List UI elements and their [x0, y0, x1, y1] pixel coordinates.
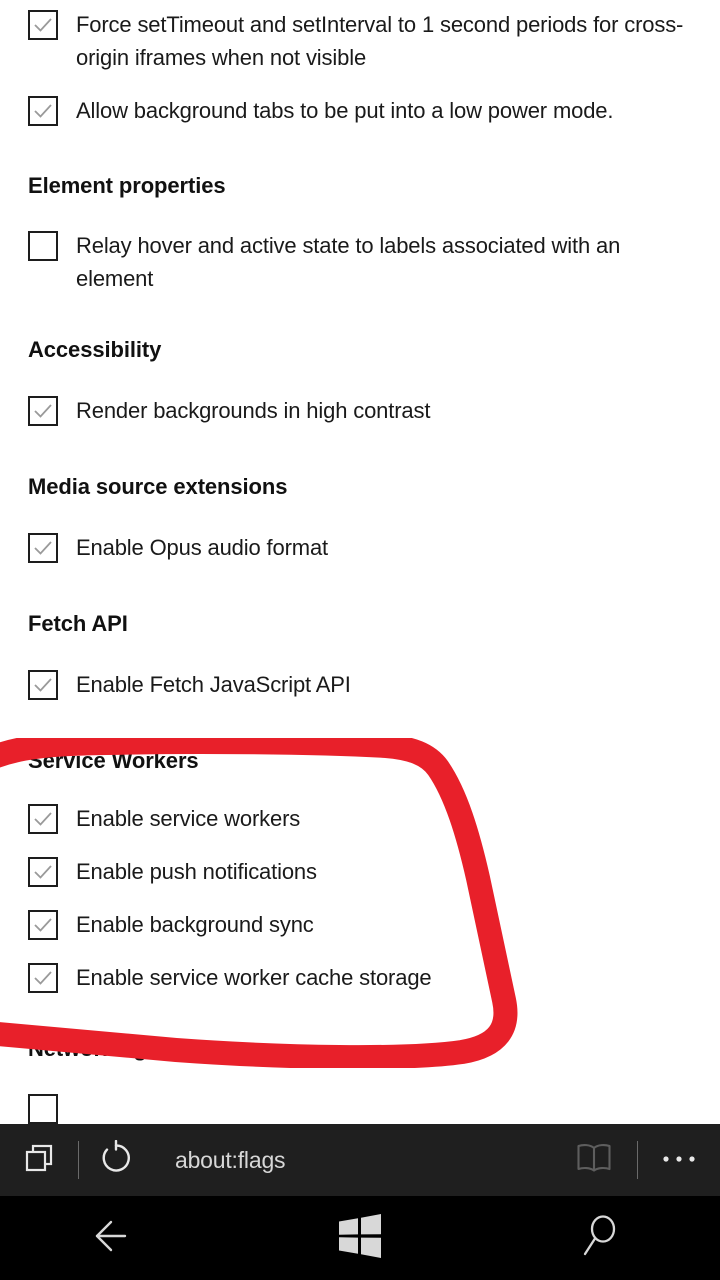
- nav-start-button[interactable]: [240, 1196, 480, 1280]
- book-icon: [575, 1142, 613, 1179]
- checkbox-networking-clipped[interactable]: [28, 1094, 58, 1124]
- flag-label-opus-audio: Enable Opus audio format: [76, 535, 328, 560]
- checkbox-high-contrast[interactable]: [28, 396, 58, 426]
- flag-row-push-notifications[interactable]: Enable push notifications: [28, 855, 696, 888]
- checkbox-push-notifications[interactable]: [28, 857, 58, 887]
- browser-toolbar: about:flags: [0, 1124, 720, 1196]
- checkbox-background-sync[interactable]: [28, 910, 58, 940]
- flag-label-force-settimeout: Force setTimeout and setInterval to 1 se…: [76, 12, 684, 70]
- search-icon: [580, 1214, 620, 1263]
- flag-label-enable-service-workers: Enable service workers: [76, 806, 301, 831]
- section-heading-fetch-api: Fetch API: [28, 611, 128, 636]
- flag-row-background-sync[interactable]: Enable background sync: [28, 908, 696, 941]
- checkbox-relay-hover[interactable]: [28, 231, 58, 261]
- section-heading-networking: Networking: [28, 1036, 147, 1061]
- flag-row-force-settimeout[interactable]: Force setTimeout and setInterval to 1 se…: [28, 8, 696, 74]
- flag-label-low-power-tabs: Allow background tabs to be put into a l…: [76, 98, 614, 123]
- section-heading-media-source-extensions: Media source extensions: [28, 474, 288, 499]
- flag-label-cache-storage: Enable service worker cache storage: [76, 965, 432, 990]
- reading-view-button[interactable]: [551, 1124, 637, 1196]
- windows-logo-icon: [337, 1213, 383, 1263]
- flag-row-high-contrast[interactable]: Render backgrounds in high contrast: [28, 394, 696, 427]
- flag-row-low-power-tabs[interactable]: Allow background tabs to be put into a l…: [28, 94, 696, 127]
- nav-back-button[interactable]: [0, 1196, 240, 1280]
- system-navigation-bar: [0, 1196, 720, 1280]
- flags-page-screen: Force setTimeout and setInterval to 1 se…: [0, 0, 720, 1280]
- section-heading-element-properties: Element properties: [28, 173, 226, 198]
- settings-scroll-area[interactable]: Force setTimeout and setInterval to 1 se…: [0, 0, 720, 1124]
- ellipsis-icon: [662, 1151, 696, 1169]
- checkbox-enable-service-workers[interactable]: [28, 804, 58, 834]
- more-options-button[interactable]: [638, 1124, 720, 1196]
- flag-label-fetch-api: Enable Fetch JavaScript API: [76, 672, 351, 697]
- settings-content: Force setTimeout and setInterval to 1 se…: [0, 0, 720, 1124]
- flag-label-push-notifications: Enable push notifications: [76, 859, 317, 884]
- back-arrow-icon: [95, 1218, 145, 1259]
- nav-search-button[interactable]: [480, 1196, 720, 1280]
- checkbox-cache-storage[interactable]: [28, 963, 58, 993]
- url-text[interactable]: about:flags: [153, 1147, 551, 1174]
- flag-label-background-sync: Enable background sync: [76, 912, 314, 937]
- flag-row-networking-clipped[interactable]: [28, 1092, 696, 1124]
- checkbox-opus-audio[interactable]: [28, 533, 58, 563]
- checkbox-fetch-api[interactable]: [28, 670, 58, 700]
- flag-row-opus-audio[interactable]: Enable Opus audio format: [28, 531, 696, 564]
- reload-button[interactable]: [79, 1124, 153, 1196]
- tabs-icon: [22, 1141, 56, 1180]
- flag-row-enable-service-workers[interactable]: Enable service workers: [28, 802, 696, 835]
- section-heading-accessibility: Accessibility: [28, 337, 162, 362]
- checkbox-low-power-tabs[interactable]: [28, 96, 58, 126]
- tabs-button[interactable]: [0, 1124, 78, 1196]
- flag-label-high-contrast: Render backgrounds in high contrast: [76, 398, 431, 423]
- section-heading-service-workers: Service Workers: [28, 748, 199, 773]
- flag-label-relay-hover: Relay hover and active state to labels a…: [76, 233, 621, 291]
- flag-row-cache-storage[interactable]: Enable service worker cache storage: [28, 961, 696, 994]
- flag-row-relay-hover[interactable]: Relay hover and active state to labels a…: [28, 229, 696, 295]
- flag-row-fetch-api[interactable]: Enable Fetch JavaScript API: [28, 668, 696, 701]
- checkbox-force-settimeout[interactable]: [28, 10, 58, 40]
- reload-icon: [98, 1139, 134, 1181]
